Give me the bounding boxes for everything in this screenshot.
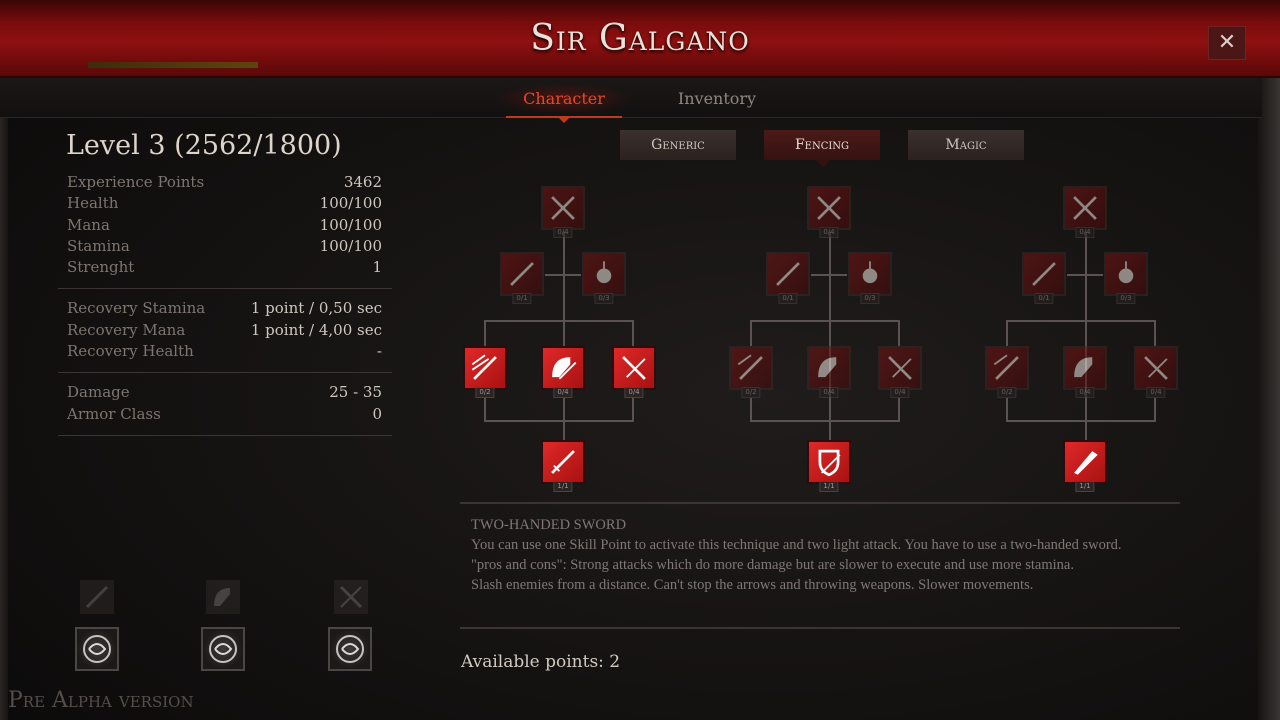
tree-connector [484,420,634,422]
tree-connector [750,320,752,346]
skill-node-slash[interactable]: 0/1 [1022,252,1066,304]
tree-connector [898,320,900,346]
shield-icon [818,449,841,477]
tree-connector [750,398,752,422]
skill-node-slash[interactable]: 0/1 [766,252,810,304]
skill-node-crossed-swords[interactable]: 0/4 [1063,186,1107,238]
skill-node-skull[interactable]: 0/3 [848,252,892,304]
skill-count: 0/1 [512,293,532,304]
skill-count: 0/3 [860,293,880,304]
skill-count: 1/1 [553,481,573,492]
crossed-swords-icon [1073,196,1097,220]
tree-connector [1085,232,1087,442]
tree-connector [1006,320,1156,322]
tree-connector [1006,398,1008,422]
skill-node-helmet-strike[interactable]: 0/4 [807,346,851,398]
skill-count: 0/4 [890,387,910,398]
tree-connector [1006,420,1156,422]
crossed-swords-icon [817,196,841,220]
skill-node-shield-block[interactable]: 1/1 [807,440,851,492]
skill-tree: 0/4 0/1 0/3 0/2 0/4 0/4 1/1 0/4 0/1 0/3 … [0,0,1280,720]
slash-icon [1032,262,1056,286]
sword-strike-icon [737,354,763,380]
skill-count: 0/4 [1075,227,1095,238]
skill-node-sword-strike[interactable]: 0/2 [463,346,507,398]
tree-connector [811,274,847,276]
tree-connector [750,320,900,322]
skill-node-slash[interactable]: 0/1 [500,252,544,304]
skill-count: 0/2 [741,387,761,398]
skill-node-crossed-strike[interactable]: 0/4 [878,346,922,398]
skill-description-title: TWO-HANDED SWORD [471,517,627,533]
skill-node-sword-strike[interactable]: 0/2 [985,346,1029,398]
divider [460,627,1180,629]
skill-node-skull[interactable]: 0/3 [1104,252,1148,304]
available-points: Available points: 2 [461,652,621,672]
tree-connector [1006,320,1008,346]
tree-connector [898,398,900,422]
skill-count: 0/4 [1075,387,1095,398]
skill-count: 0/2 [475,387,495,398]
tree-connector [484,320,634,322]
tree-connector [829,232,831,442]
skill-count: 0/2 [997,387,1017,398]
tree-connector [750,420,900,422]
skull-icon [862,261,878,284]
skill-count: 1/1 [1075,481,1095,492]
crossed-strike-icon [1144,356,1168,380]
skill-count: 1/1 [819,481,839,492]
tree-connector [1154,398,1156,422]
tree-connector [632,398,634,422]
tree-connector [545,274,581,276]
skull-icon [596,261,612,284]
skill-node-crossed-swords[interactable]: 0/4 [807,186,851,238]
tree-connector [484,320,486,346]
skill-count: 0/4 [819,387,839,398]
sword-strike-icon [471,354,497,380]
divider [460,502,1180,504]
skill-description-line: Slash enemies from a distance. Can't sto… [471,577,1034,593]
skill-node-crossed-strike[interactable]: 0/4 [1134,346,1178,398]
skill-count: 0/3 [1116,293,1136,304]
skill-count: 0/1 [1034,293,1054,304]
tree-connector [1154,320,1156,346]
skill-node-broad-blade[interactable]: 1/1 [1063,440,1107,492]
skill-count: 0/4 [1146,387,1166,398]
slash-icon [776,262,800,286]
skill-description-line: You can use one Skill Point to activate … [471,537,1122,553]
blade-icon [1074,451,1098,475]
skill-description: TWO-HANDED SWORD You can use one Skill P… [471,515,1171,595]
tree-connector [632,320,634,346]
sword-icon [551,450,575,474]
skill-count: 0/4 [819,227,839,238]
skill-node-crossed-strike[interactable]: 0/4 [612,346,656,398]
skill-description-line: "pros and cons": Strong attacks which do… [471,557,1074,573]
skill-node-crossed-swords[interactable]: 0/4 [541,186,585,238]
skill-node-two-handed-sword[interactable]: 1/1 [541,440,585,492]
skill-node-sword-strike[interactable]: 0/2 [729,346,773,398]
tree-connector [563,232,565,442]
helmet-strike-icon [1074,357,1093,378]
skull-icon [1118,261,1134,284]
skill-count: 0/3 [594,293,614,304]
helmet-strike-icon [552,357,577,380]
pre-alpha-watermark: Pre Alpha version [8,688,194,713]
sword-strike-icon [993,354,1019,380]
tree-connector [1067,274,1103,276]
skill-node-skull[interactable]: 0/3 [582,252,626,304]
slash-icon [510,262,534,286]
skill-count: 0/4 [624,387,644,398]
tree-connector [484,398,486,422]
crossed-strike-icon [888,356,912,380]
skill-count: 0/4 [553,227,573,238]
skill-count: 0/1 [778,293,798,304]
crossed-swords-icon [551,196,575,220]
skill-count: 0/4 [553,387,573,398]
crossed-strike-icon [622,356,646,380]
skill-node-helmet-strike[interactable]: 0/4 [1063,346,1107,398]
skill-node-helmet-strike[interactable]: 0/4 [541,346,585,398]
helmet-strike-icon [818,357,837,378]
